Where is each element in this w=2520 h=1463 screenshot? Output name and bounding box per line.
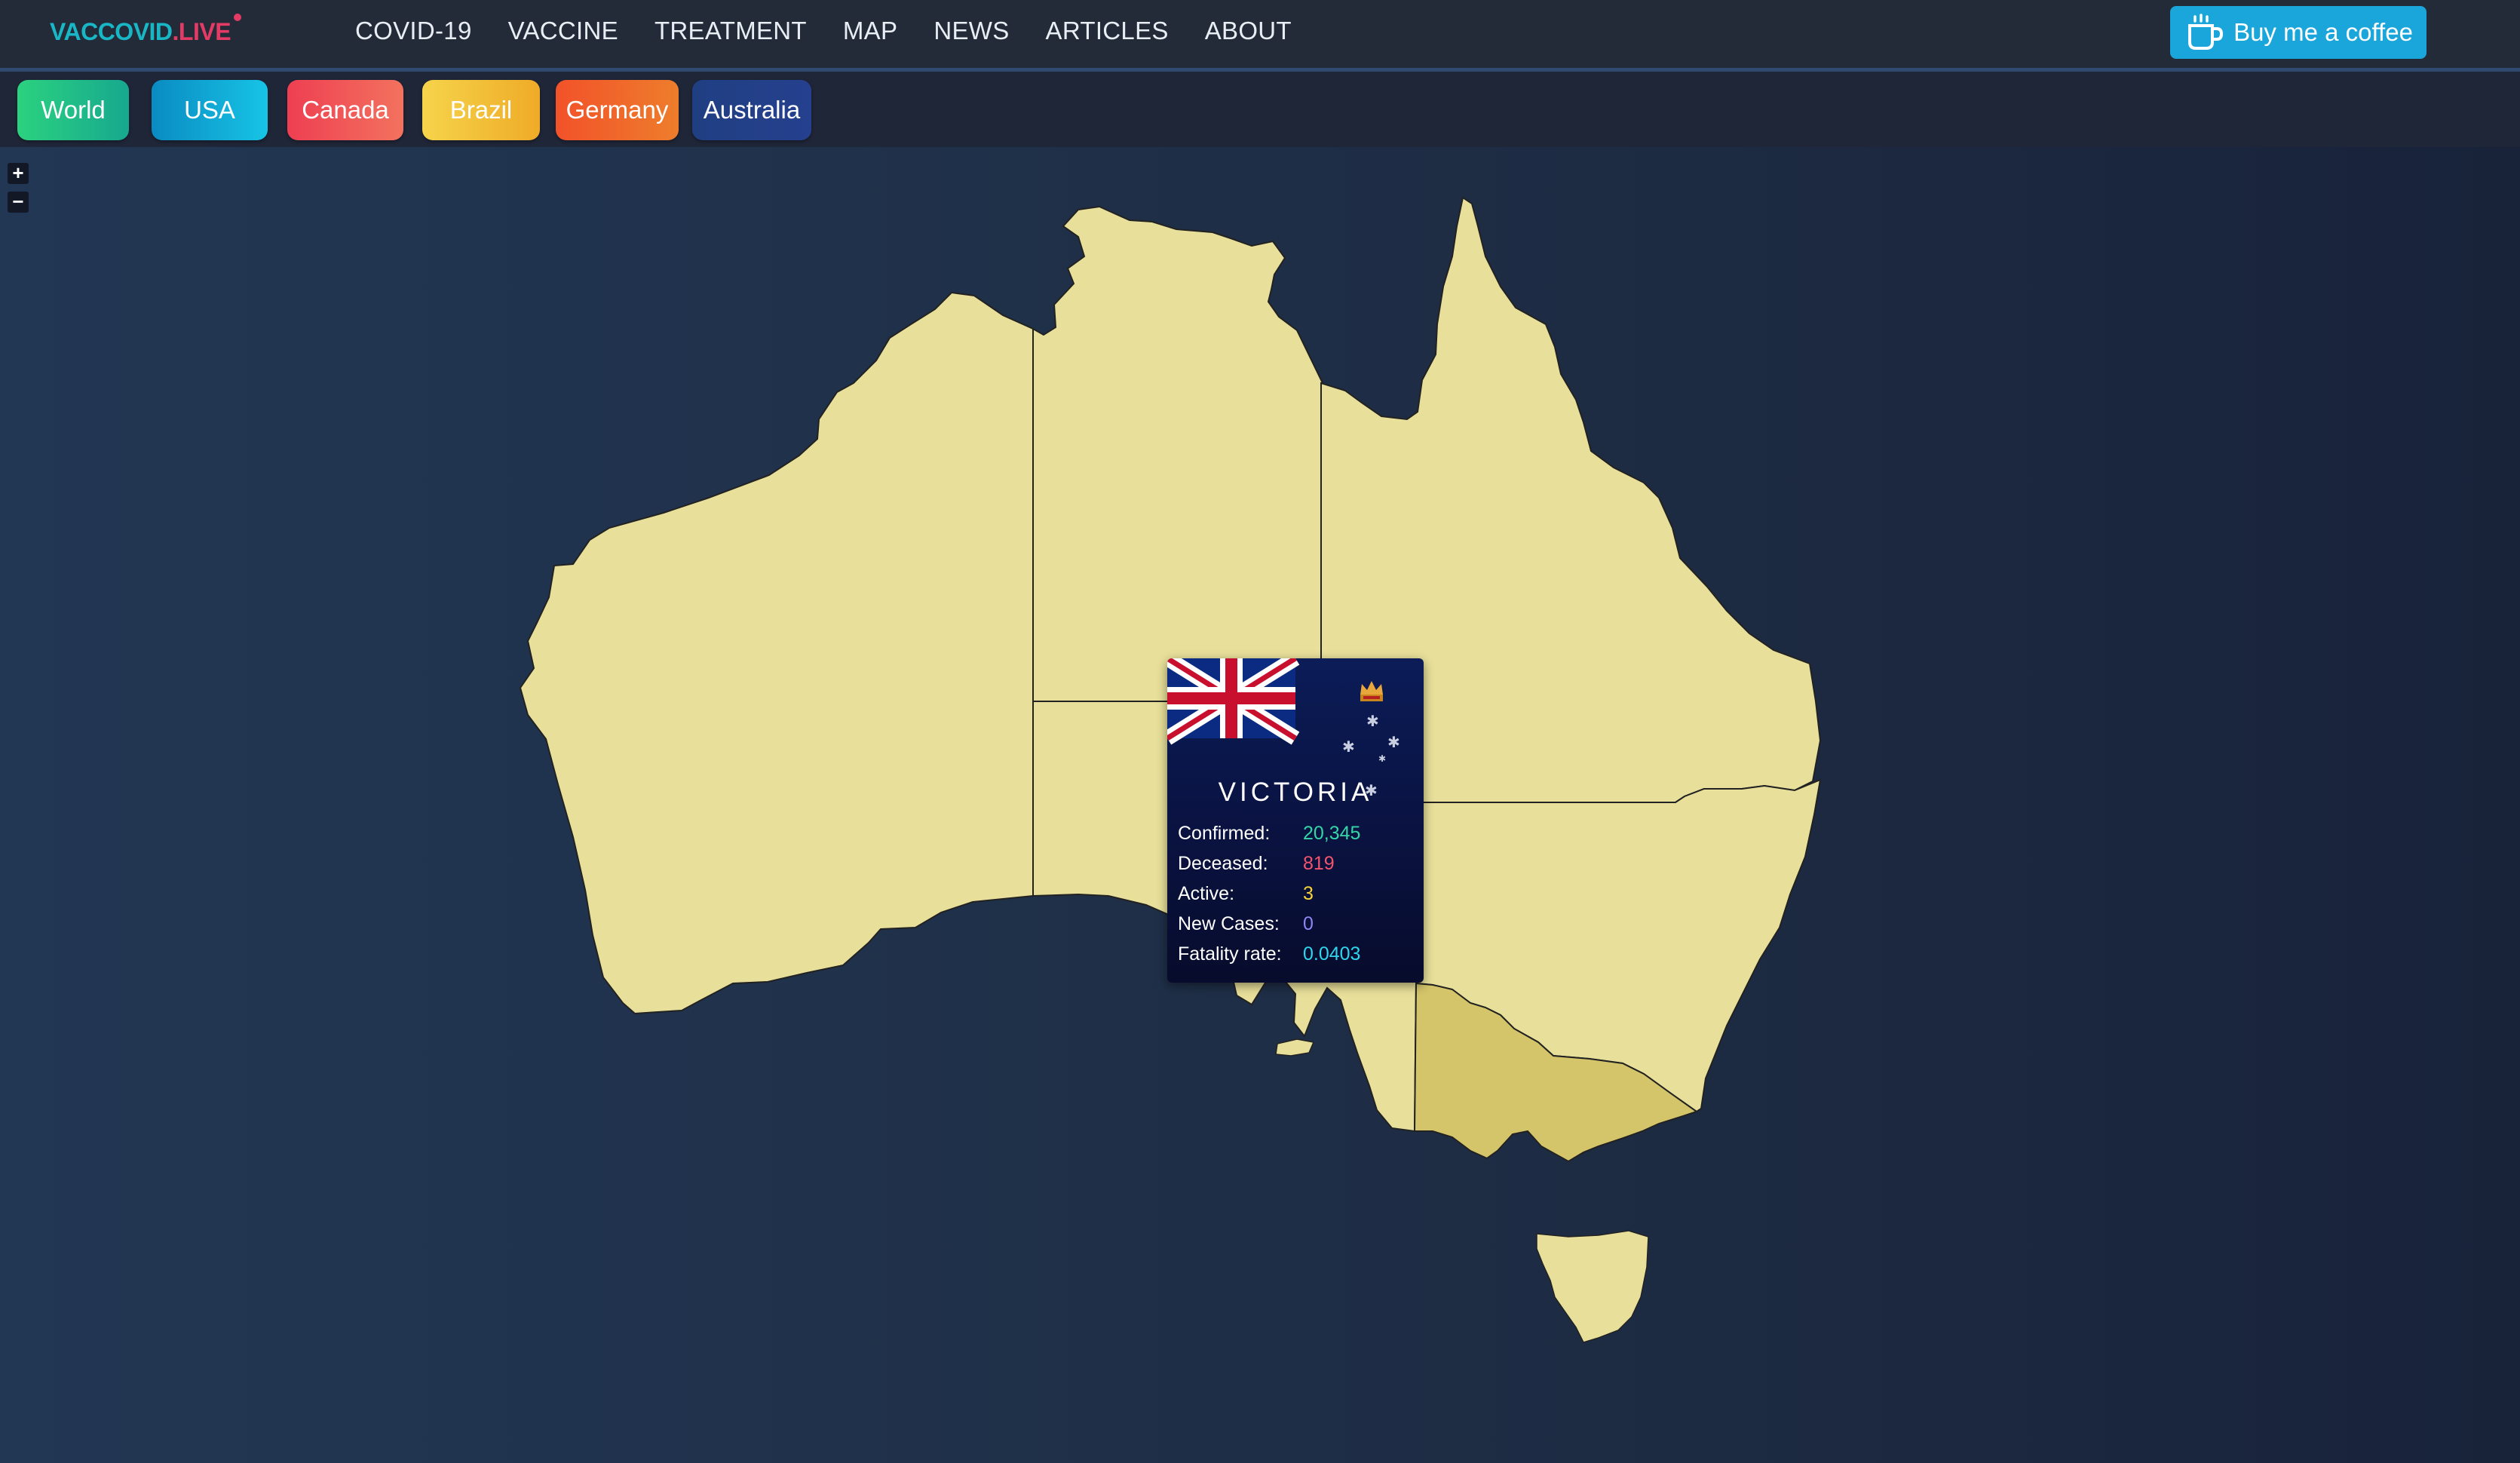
tab-world[interactable]: World xyxy=(17,80,129,140)
tab-germany[interactable]: Germany xyxy=(556,80,679,140)
nav-covid19[interactable]: COVID-19 xyxy=(355,17,472,45)
tooltip-label-active: Active: xyxy=(1178,883,1235,904)
tooltip-label-confirmed: Confirmed: xyxy=(1178,823,1271,844)
svg-text:✱: ✱ xyxy=(1387,733,1400,751)
nav-map[interactable]: MAP xyxy=(843,17,897,45)
region-western-australia[interactable] xyxy=(519,291,1034,1015)
region-kangaroo-island xyxy=(1275,1038,1315,1057)
tooltip-state-name: VICTORIA xyxy=(1218,778,1373,807)
svg-text:✱: ✱ xyxy=(1342,738,1355,756)
top-navbar: VACCOVID.LIVE COVID-19 VACCINE TREATMENT… xyxy=(0,0,2520,72)
tooltip-label-deceased: Deceased: xyxy=(1178,853,1268,874)
tab-australia[interactable]: Australia xyxy=(692,80,811,140)
svg-text:✱: ✱ xyxy=(1366,712,1379,730)
nav-articles[interactable]: ARTICLES xyxy=(1046,17,1169,45)
main-nav: COVID-19 VACCINE TREATMENT MAP NEWS ARTI… xyxy=(355,17,1328,45)
region-northern-territory[interactable] xyxy=(1032,205,1324,702)
tab-usa[interactable]: USA xyxy=(152,80,268,140)
tooltip-value-confirmed: 20,345 xyxy=(1303,823,1361,844)
coffee-cup-icon xyxy=(2188,14,2224,50)
tooltip-value-active: 3 xyxy=(1303,883,1314,904)
tooltip-value-new-cases: 0 xyxy=(1303,913,1314,934)
nav-treatment[interactable]: TREATMENT xyxy=(655,17,807,45)
tab-brazil[interactable]: Brazil xyxy=(422,80,540,140)
tooltip-value-fatality-rate: 0.0403 xyxy=(1303,943,1361,965)
state-tooltip: ✱ ✱ ✱ ✱ ✱ VICTORIA Confirmed: 20,345 Dec… xyxy=(1167,658,1424,983)
zoom-out-button[interactable]: − xyxy=(8,192,29,213)
nav-about[interactable]: ABOUT xyxy=(1205,17,1292,45)
buy-coffee-label: Buy me a coffee xyxy=(2233,18,2413,46)
region-tasmania[interactable] xyxy=(1536,1230,1649,1343)
site-logo[interactable]: VACCOVID.LIVE xyxy=(50,14,242,46)
country-tabs: World USA Canada Brazil Germany Australi… xyxy=(0,72,2520,147)
tooltip-label-fatality-rate: Fatality rate: xyxy=(1178,943,1282,965)
svg-text:✱: ✱ xyxy=(1378,753,1386,764)
buy-coffee-button[interactable]: Buy me a coffee xyxy=(2170,6,2426,59)
tooltip-label-new-cases: New Cases: xyxy=(1178,913,1280,934)
logo-dot xyxy=(234,14,242,21)
zoom-in-button[interactable]: + xyxy=(8,163,29,184)
tooltip-value-deceased: 819 xyxy=(1303,853,1335,874)
nav-vaccine[interactable]: VACCINE xyxy=(508,17,618,45)
tab-canada[interactable]: Canada xyxy=(287,80,403,140)
nav-news[interactable]: NEWS xyxy=(934,17,1009,45)
